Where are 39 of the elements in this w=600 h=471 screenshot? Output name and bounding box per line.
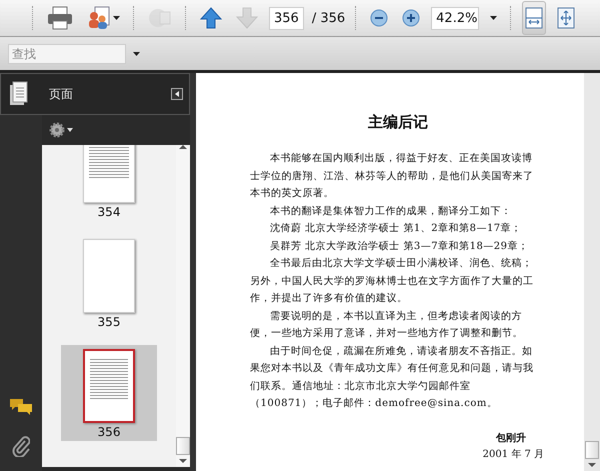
caret-icon: [113, 16, 120, 20]
document-paragraph: 本书能够在国内顺利出版，得益于好友、正在美国攻读博士学位的唐翔、江浩、林芬等人的帮助，是他们从美国寄来了本书的英文原著。: [250, 152, 534, 201]
scroll-up-arrow-icon[interactable]: [179, 145, 187, 149]
caret-icon: [67, 128, 73, 132]
pages-icon[interactable]: [9, 81, 29, 107]
scrollbar[interactable]: [176, 145, 190, 467]
find-field[interactable]: 查找: [8, 44, 126, 64]
gear-icon: [49, 122, 65, 138]
triangle-left-icon: [175, 91, 179, 97]
page-number-label: 354: [98, 205, 120, 219]
document-paragraph: 由于时间仓促，疏漏在所难免，请读者朋友不吝指正。如果您对本书以及《青年成功文库》有任何意见和问题，请与我们联系。通信地址：北京市北京大学勺园邮件室（100871）；电子邮件：demofree@sina.com。: [250, 344, 534, 411]
panel-title: 页面: [49, 86, 74, 102]
collapse-button[interactable]: [171, 88, 183, 100]
caret-icon: [490, 16, 498, 20]
page-thumbnail[interactable]: 356: [61, 345, 157, 441]
scrollbar[interactable]: [584, 73, 600, 471]
page-number-field[interactable]: 356: [269, 6, 304, 30]
document-date: 2001 年 7 月: [482, 448, 544, 460]
scroll-down-arrow-icon[interactable]: [588, 463, 596, 467]
scroll-down-arrow-icon[interactable]: [179, 459, 187, 463]
document-paragraph: 沈倚蔚 北京大学经济学硕士 第1、2章和第8—17章；: [269, 222, 523, 236]
page-number-label: 356: [98, 425, 120, 439]
zoom-field[interactable]: 42.2%: [431, 6, 480, 30]
document-paragraph: 本书的翻译是集体智力工作的成果，翻译分工如下：: [269, 204, 512, 218]
page-total: / 356: [312, 10, 346, 26]
comments-icon[interactable]: [9, 397, 33, 417]
page-thumbnail[interactable]: 354: [61, 145, 157, 221]
document-paragraph: 吴群芳 北京大学政治学硕士 第3—7章和第18—29章；: [269, 240, 530, 254]
author-signature: 包刚升: [496, 432, 526, 444]
page-thumbnail[interactable]: 355: [61, 235, 157, 331]
document-paragraph: 需要说明的是，本书以直译为主，但考虑读者阅读的方便，一些地方采用了意译，并对一些地方作了调整和删节。: [250, 310, 524, 341]
caret-icon: [133, 52, 140, 56]
scrollbar-thumb[interactable]: [176, 437, 190, 455]
document-paragraph: 全书最后由北京大学文学硕士田小满校译、润色、统稿；另外，中国人民大学的罗海林博士也在文字方面作了大量的工作，并提出了许多有价值的建议。: [250, 256, 534, 306]
fit-width-button[interactable]: [522, 1, 546, 35]
scrollbar-thumb[interactable]: [585, 441, 599, 459]
paperclip-icon[interactable]: [12, 435, 30, 457]
page-number-label: 355: [98, 315, 120, 329]
document-title: 主编后记: [367, 113, 429, 132]
